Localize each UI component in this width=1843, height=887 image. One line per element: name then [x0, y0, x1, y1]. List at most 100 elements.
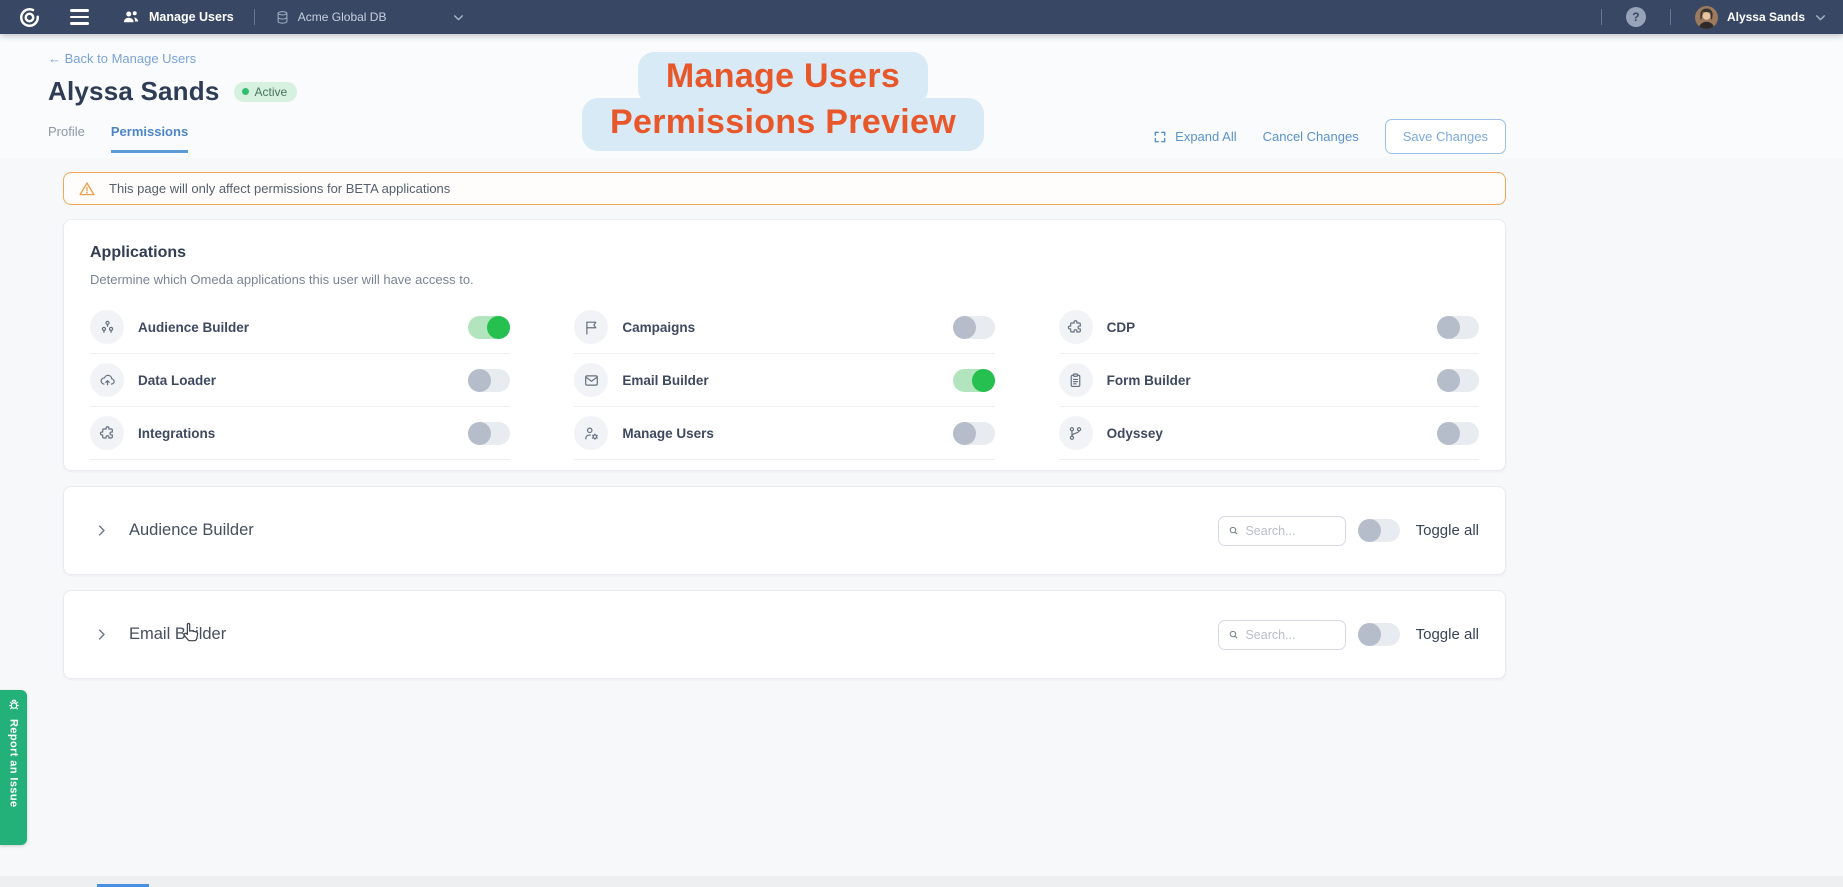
toggle-all-email-builder[interactable]	[1358, 623, 1400, 646]
app-label: Campaigns	[622, 320, 952, 335]
search-box	[1218, 516, 1346, 546]
navbar-left: Manage Users Acme Global DB	[14, 2, 465, 32]
omeda-logo-icon[interactable]	[14, 2, 44, 32]
save-changes-button[interactable]: Save Changes	[1385, 119, 1506, 154]
tabs: Profile Permissions	[48, 124, 188, 153]
toggle-cdp[interactable]	[1437, 316, 1479, 339]
app-row-campaigns: Campaigns	[574, 301, 994, 354]
help-icon: ?	[1632, 10, 1639, 24]
applications-title: Applications	[90, 244, 1479, 262]
report-issue-tab[interactable]: Report an Issue	[0, 690, 27, 845]
app-row-form-builder: Form Builder	[1059, 354, 1479, 407]
navbar-divider	[254, 9, 255, 25]
page-title: Alyssa Sands	[48, 76, 220, 107]
chevron-down-icon	[1814, 11, 1827, 24]
top-navbar: Manage Users Acme Global DB ?	[0, 0, 1843, 34]
navbar-right: ? Alyssa Sands	[1589, 6, 1827, 29]
status-label: Active	[255, 85, 288, 99]
cloud-upload-icon	[90, 363, 124, 397]
app-row-data-loader: Data Loader	[90, 354, 510, 407]
search-input[interactable]	[1245, 628, 1335, 642]
report-issue-label: Report an Issue	[8, 719, 20, 808]
app-label: Audience Builder	[138, 320, 468, 335]
user-menu[interactable]: Alyssa Sands	[1695, 6, 1827, 29]
page-header: ← Back to Manage Users Alyssa Sands Acti…	[0, 34, 1843, 158]
section-email-builder: Email Builder Toggle all	[63, 590, 1506, 679]
toggle-manage-users[interactable]	[953, 422, 995, 445]
status-dot-icon	[242, 88, 249, 95]
app-row-cdp: CDP	[1059, 301, 1479, 354]
app-label: Odyssey	[1107, 426, 1437, 441]
user-gear-icon	[574, 416, 608, 450]
chevron-right-icon[interactable]	[90, 623, 113, 646]
status-badge: Active	[234, 82, 298, 102]
app-row-email-builder: Email Builder	[574, 354, 994, 407]
puzzle-icon	[1059, 310, 1093, 344]
chevron-right-icon[interactable]	[90, 519, 113, 542]
tab-profile[interactable]: Profile	[48, 124, 85, 153]
toggle-audience-builder[interactable]	[468, 316, 510, 339]
warning-text: This page will only affect permissions f…	[109, 181, 450, 196]
section-title: Email Builder	[129, 625, 226, 644]
applications-card: Applications Determine which Omeda appli…	[63, 219, 1506, 471]
flag-icon	[574, 310, 608, 344]
branch-icon	[1059, 416, 1093, 450]
toggle-email-builder[interactable]	[953, 369, 995, 392]
navbar-app-title: Manage Users	[122, 8, 234, 26]
expand-all-label: Expand All	[1175, 129, 1236, 144]
tab-permissions[interactable]: Permissions	[111, 124, 188, 153]
expand-all-button[interactable]: Expand All	[1153, 129, 1236, 144]
database-selector[interactable]: Acme Global DB	[275, 10, 466, 25]
main-content: This page will only affect permissions f…	[63, 172, 1506, 679]
database-name: Acme Global DB	[298, 10, 387, 24]
users-icon	[122, 8, 140, 26]
toggle-all-label: Toggle all	[1416, 522, 1479, 539]
app-label: Email Builder	[622, 373, 952, 388]
warning-icon	[78, 180, 96, 198]
cancel-changes-button[interactable]: Cancel Changes	[1263, 129, 1359, 144]
section-audience-builder: Audience Builder Toggle all	[63, 486, 1506, 575]
app-row-integrations: Integrations	[90, 407, 510, 460]
toggle-all-audience-builder[interactable]	[1358, 519, 1400, 542]
toggle-form-builder[interactable]	[1437, 369, 1479, 392]
users-icon	[90, 310, 124, 344]
search-box	[1218, 620, 1346, 650]
expand-icon	[1153, 130, 1167, 144]
app-label: CDP	[1107, 320, 1437, 335]
app-label: Form Builder	[1107, 373, 1437, 388]
user-name: Alyssa Sands	[1727, 10, 1805, 24]
search-input[interactable]	[1245, 524, 1335, 538]
toggle-data-loader[interactable]	[468, 369, 510, 392]
app-label: Data Loader	[138, 373, 468, 388]
search-icon	[1228, 628, 1239, 641]
warning-banner: This page will only affect permissions f…	[63, 172, 1506, 205]
hamburger-menu-icon[interactable]	[62, 2, 96, 32]
navbar-app-title-label: Manage Users	[149, 10, 234, 24]
section-title: Audience Builder	[129, 521, 254, 540]
puzzle-icon	[90, 416, 124, 450]
toggle-integrations[interactable]	[468, 422, 510, 445]
navbar-divider	[1670, 9, 1671, 25]
toggle-campaigns[interactable]	[953, 316, 995, 339]
header-actions: Expand All Cancel Changes Save Changes	[1153, 119, 1506, 158]
toggle-all-label: Toggle all	[1416, 626, 1479, 643]
bottom-band	[0, 876, 1843, 887]
app-row-odyssey: Odyssey	[1059, 407, 1479, 460]
bug-icon	[7, 698, 21, 712]
app-row-manage-users: Manage Users	[574, 407, 994, 460]
applications-grid: Audience Builder Campaigns CDP	[90, 301, 1479, 460]
help-button[interactable]: ?	[1626, 7, 1646, 27]
navbar-divider	[1601, 9, 1602, 25]
chevron-down-icon	[452, 11, 465, 24]
app-label: Integrations	[138, 426, 468, 441]
avatar	[1695, 6, 1718, 29]
app-label: Manage Users	[622, 426, 952, 441]
applications-subtitle: Determine which Omeda applications this …	[90, 272, 1479, 287]
database-icon	[275, 10, 290, 25]
search-icon	[1228, 524, 1239, 537]
app-row-audience-builder: Audience Builder	[90, 301, 510, 354]
back-link[interactable]: ← Back to Manage Users	[48, 51, 196, 66]
clipboard-icon	[1059, 363, 1093, 397]
toggle-odyssey[interactable]	[1437, 422, 1479, 445]
envelope-icon	[574, 363, 608, 397]
